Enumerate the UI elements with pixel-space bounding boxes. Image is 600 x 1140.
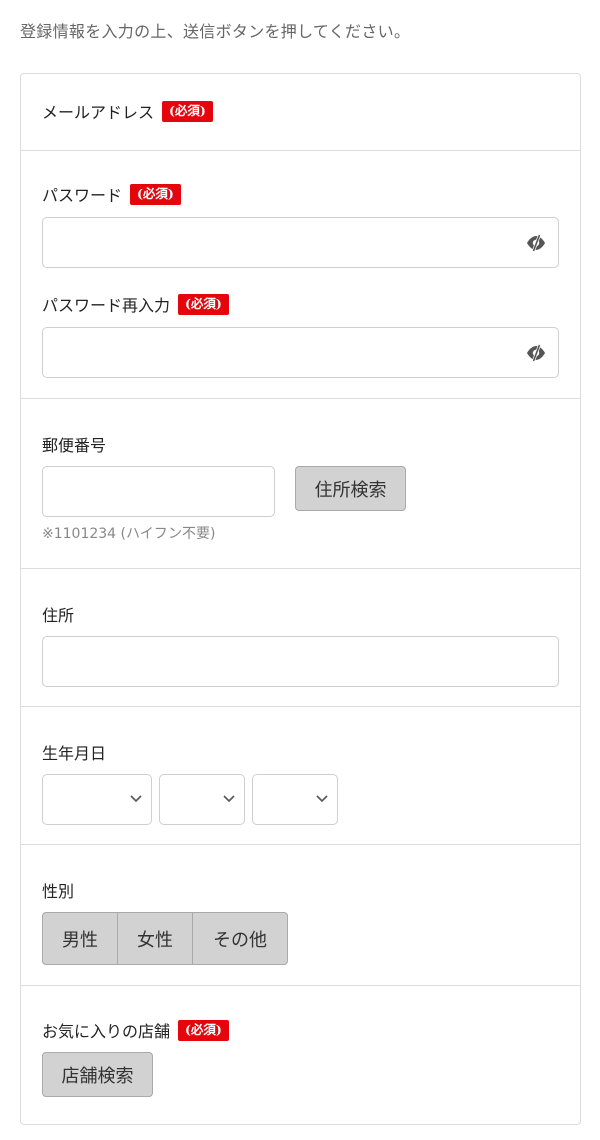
registration-form: メールアドレス (必須) パスワード (必須) パスワード再入力 (必須) 郵便… (20, 73, 581, 1125)
birth-month-select[interactable] (159, 774, 245, 825)
intro-text: 登録情報を入力の上、送信ボタンを押してください。 (20, 22, 411, 41)
birth-year-select[interactable] (42, 774, 152, 825)
address-input[interactable] (42, 636, 559, 687)
store-search-button[interactable]: 店舗検索 (42, 1052, 153, 1097)
required-badge: (必須) (162, 100, 213, 122)
gender-option-female[interactable]: 女性 (118, 913, 193, 964)
address-search-button[interactable]: 住所検索 (295, 466, 406, 511)
gender-selector: 男性 女性 その他 (42, 912, 288, 965)
required-badge: (必須) (178, 293, 229, 315)
store-label-text: お気に入りの店舗 (42, 1022, 171, 1041)
password-input[interactable] (42, 217, 559, 268)
address-label: 住所 (42, 606, 75, 625)
birthday-label: 生年月日 (42, 744, 107, 763)
email-label-text: メールアドレス (42, 103, 155, 122)
address-section: 住所 (21, 568, 580, 706)
email-section: メールアドレス (必須) (21, 74, 580, 150)
chevron-down-icon (223, 795, 235, 803)
gender-section: 性別 男性 女性 その他 (21, 844, 580, 985)
chevron-down-icon (130, 795, 142, 803)
gender-option-other[interactable]: その他 (193, 913, 287, 964)
email-label: メールアドレス (必須) (42, 99, 213, 123)
required-badge: (必須) (130, 183, 181, 205)
gender-option-male[interactable]: 男性 (43, 913, 118, 964)
eye-slash-icon[interactable] (525, 233, 547, 253)
birthday-section: 生年月日 (21, 706, 580, 844)
gender-label: 性別 (42, 882, 75, 901)
password-confirm-label: パスワード再入力 (必須) (42, 292, 229, 316)
birth-day-select[interactable] (252, 774, 338, 825)
password-label-text: パスワード (42, 186, 123, 205)
password-confirm-label-text: パスワード再入力 (42, 296, 171, 315)
password-confirm-input[interactable] (42, 327, 559, 378)
store-section: お気に入りの店舗 (必須) 店舗検索 (21, 985, 580, 1124)
postal-section: 郵便番号 住所検索 ※1101234 (ハイフン不要) (21, 398, 580, 568)
chevron-down-icon (316, 795, 328, 803)
postal-hint: ※1101234 (ハイフン不要) (42, 526, 216, 542)
postal-input[interactable] (42, 466, 275, 517)
password-section: パスワード (必須) パスワード再入力 (必須) (21, 150, 580, 398)
password-label: パスワード (必須) (42, 182, 181, 206)
store-label: お気に入りの店舗 (必須) (42, 1018, 229, 1042)
required-badge: (必須) (178, 1019, 229, 1041)
postal-label: 郵便番号 (42, 436, 107, 455)
eye-slash-icon[interactable] (525, 343, 547, 363)
